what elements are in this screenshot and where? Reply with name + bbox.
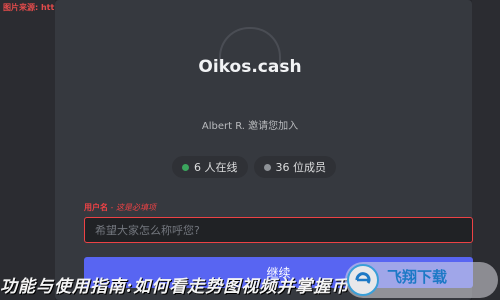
online-count-badge: 6 人在线: [172, 156, 248, 178]
username-label-text: 用户名: [84, 203, 108, 212]
logo-text: 飞翔下载: [387, 268, 448, 286]
logo-e-icon: [347, 264, 379, 296]
site-logo: 飞翔下载: [345, 262, 498, 298]
member-count-badge: 36 位成员: [253, 156, 336, 178]
online-dot-icon: [182, 163, 189, 171]
invite-text: Albert R. 邀请您加入: [201, 121, 299, 132]
online-count: 6 人在线: [194, 161, 238, 174]
server-name: Oikos.cash: [198, 57, 302, 77]
background-left: [0, 0, 55, 300]
username-input[interactable]: [84, 217, 473, 243]
required-note: - 这是必填项: [108, 203, 156, 212]
server-stats: 6 人在线 36 位成员: [172, 156, 336, 178]
members-dot-icon: [263, 163, 271, 171]
member-count: 36 位成员: [275, 161, 327, 174]
username-label: 用户名 - 这是必填项: [84, 202, 156, 213]
background-right: [472, 0, 500, 300]
